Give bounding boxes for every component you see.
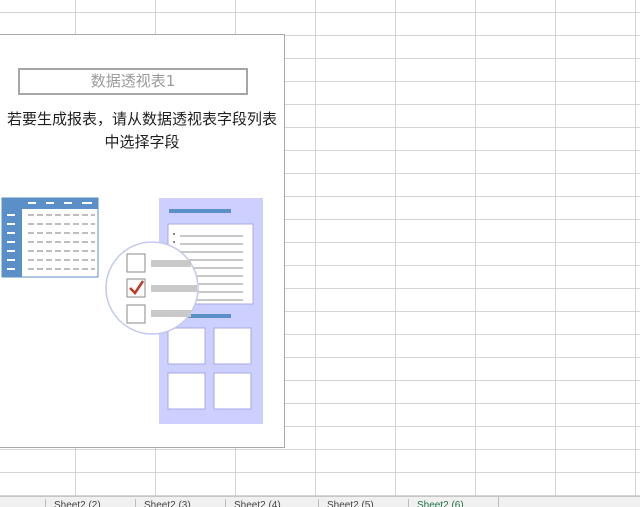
pivot-table-name-box: 数据透视表1 [18, 68, 248, 95]
sheet-tab-bar: Sheet2 (2) Sheet2 (3) Sheet2 (4) Sheet2 … [0, 496, 640, 507]
checkbox-magnifier-icon [105, 241, 199, 335]
pivot-table-illustration [1, 197, 263, 424]
table-icon [1, 197, 99, 278]
pivot-table-hint-text: 若要生成报表，请从数据透视表字段列表 中选择字段 [6, 110, 277, 151]
